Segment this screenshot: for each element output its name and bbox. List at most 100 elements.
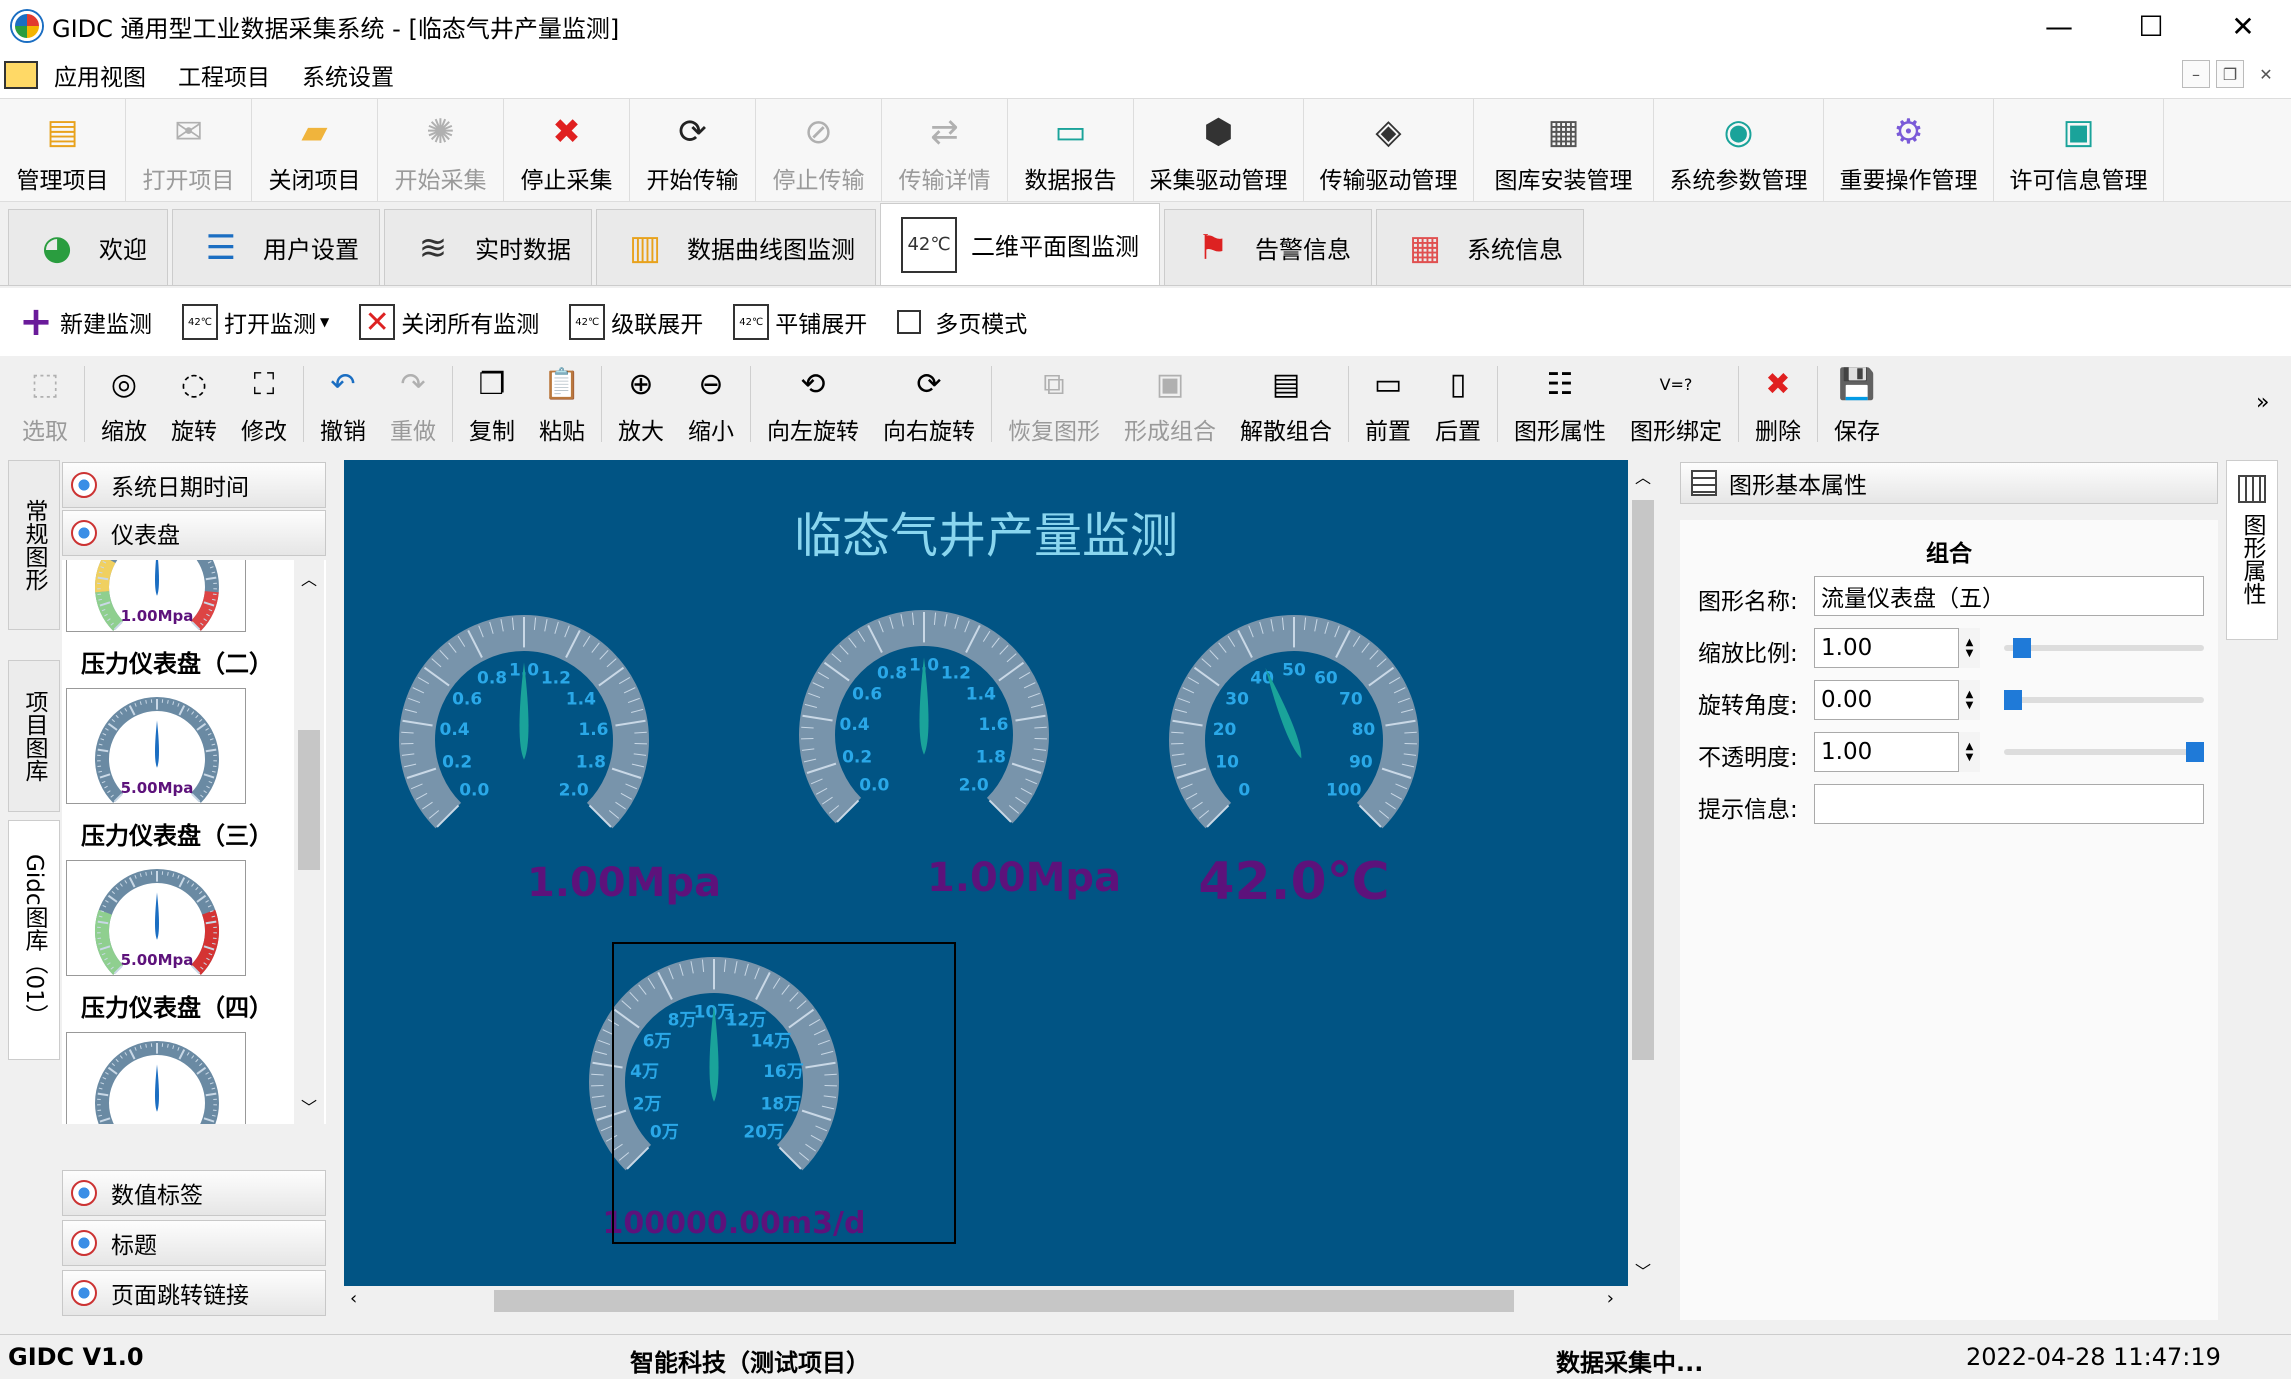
tab-3[interactable]: ▥ 数据曲线图监测	[596, 209, 876, 285]
opacity-spinner[interactable]: ▲ ▼	[1958, 732, 1980, 772]
lib-gauge-caption[interactable]: 压力仪表盘（二）	[62, 644, 292, 679]
toolbar-button-10[interactable]: ◈ 传输驱动管理	[1304, 99, 1474, 201]
minimize-button[interactable]: —	[2013, 0, 2105, 52]
close-all-monitors-button[interactable]: ✕ 关闭所有监测	[359, 304, 539, 340]
toolbar-button-4[interactable]: ✖ 停止采集	[504, 99, 630, 201]
canvas-hscroll-thumb[interactable]	[494, 1290, 1514, 1312]
toolbar-button-3[interactable]: ✺ 开始采集	[378, 99, 504, 201]
scroll-right-icon[interactable]: ›	[1607, 1288, 1614, 1309]
edit-tool-20[interactable]: 💾 保存	[1822, 356, 1892, 452]
scale-input[interactable]: 1.00	[1814, 628, 1960, 668]
right-tab-properties[interactable]: 图形属性	[2226, 460, 2278, 640]
edit-tool-14[interactable]: ▤ 解散组合	[1228, 356, 1344, 452]
multipage-checkbox[interactable]: 多页模式	[897, 305, 1027, 339]
edit-tool-18[interactable]: V=? 图形绑定	[1618, 356, 1734, 452]
side-tab-common[interactable]: 常规图形	[8, 460, 60, 630]
mdi-restore-button[interactable]: ❐	[2216, 60, 2244, 88]
tip-input[interactable]	[1814, 784, 2204, 824]
tab-5[interactable]: ⚑ 告警信息	[1164, 209, 1372, 285]
toolbar-button-12[interactable]: ◉ 系统参数管理	[1654, 99, 1824, 201]
selection-box[interactable]	[612, 942, 956, 1244]
tab-4[interactable]: 42℃ 二维平面图监测	[880, 203, 1160, 285]
menu-project[interactable]: 工程项目	[162, 58, 286, 92]
canvas-hscrollbar[interactable]: ‹ ›	[344, 1286, 1628, 1316]
edit-tool-3[interactable]: ⛶ 修改	[229, 356, 299, 452]
tab-0[interactable]: ◕ 欢迎	[8, 209, 168, 285]
edit-tool-9[interactable]: ⊖ 缩小	[676, 356, 746, 452]
opacity-slider[interactable]	[2004, 742, 2204, 762]
shape-name-input[interactable]: 流量仪表盘（五）	[1814, 576, 2204, 616]
edit-tool-5[interactable]: ↷ 重做	[378, 356, 448, 452]
toolbar-button-7[interactable]: ⇄ 传输详情	[882, 99, 1008, 201]
toolbar-button-14[interactable]: ▣ 许可信息管理	[1994, 99, 2164, 201]
lib-header-page-link[interactable]: 页面跳转链接	[62, 1270, 326, 1316]
toolbar-button-9[interactable]: ⬢ 采集驱动管理	[1134, 99, 1304, 201]
monitor-canvas[interactable]: 临态气井产量监测 0.00.20.40.60.81.01.21.41.61.82…	[344, 460, 1628, 1286]
tab-6[interactable]: ▦ 系统信息	[1376, 209, 1584, 285]
lib-gauge-caption[interactable]: 压力仪表盘（三）	[62, 816, 292, 851]
lib-gauge-thumbnail[interactable]: 5.00Mpa	[66, 860, 246, 976]
scale-spinner[interactable]: ▲ ▼	[1958, 628, 1980, 668]
edit-tool-6[interactable]: ❐ 复制	[457, 356, 527, 452]
tile-button[interactable]: 42℃ 平铺展开	[733, 304, 867, 340]
mdi-close-button[interactable]: ✕	[2252, 60, 2280, 88]
tab-2[interactable]: ≋ 实时数据	[384, 209, 592, 285]
toolbar-overflow-icon[interactable]: »	[2256, 390, 2269, 415]
tab-1[interactable]: ☰ 用户设置	[172, 209, 380, 285]
edit-tool-10[interactable]: ⟲ 向左旋转	[755, 356, 871, 452]
cascade-button[interactable]: 42℃ 级联展开	[569, 304, 703, 340]
edit-tool-19[interactable]: ✖ 删除	[1743, 356, 1813, 452]
edit-tool-7[interactable]: 📋 粘贴	[527, 356, 597, 452]
lib-scrollbar[interactable]: ︿ ﹀	[294, 560, 324, 1124]
close-window-button[interactable]: ✕	[2197, 0, 2289, 52]
lib-gauge-thumbnail[interactable]: 50.00Mpa	[66, 1032, 246, 1124]
open-monitor-button[interactable]: 42℃ 打开监测 ▼	[182, 304, 329, 340]
checkbox-box[interactable]	[897, 310, 922, 334]
rotate-input[interactable]: 0.00	[1814, 680, 1960, 720]
edit-tool-2[interactable]: ◌ 旋转	[159, 356, 229, 452]
edit-tool-0[interactable]: ⬚ 选取	[10, 356, 80, 452]
canvas-vscrollbar[interactable]: ︿ ﹀	[1628, 460, 1658, 1286]
mdi-minimize-button[interactable]: –	[2182, 60, 2210, 88]
scale-slider[interactable]	[2004, 638, 2204, 658]
lib-header-datetime[interactable]: 系统日期时间	[62, 462, 326, 508]
dropdown-arrow-icon[interactable]: ▼	[320, 315, 329, 329]
toolbar-button-1[interactable]: ✉ 打开项目	[126, 99, 252, 201]
rotate-spinner[interactable]: ▲ ▼	[1958, 680, 1980, 720]
rotate-slider[interactable]	[2004, 690, 2204, 710]
lib-gauge-thumbnail[interactable]: 1.00Mpa	[66, 560, 246, 632]
scroll-left-icon[interactable]: ‹	[350, 1288, 357, 1309]
maximize-button[interactable]: ☐	[2105, 0, 2197, 52]
toolbar-button-5[interactable]: ⟳ 开始传输	[630, 99, 756, 201]
toolbar-button-11[interactable]: ▦ 图库安装管理	[1474, 99, 1654, 201]
menu-app-view[interactable]: 应用视图	[38, 58, 162, 92]
edit-tool-4[interactable]: ↶ 撤销	[308, 356, 378, 452]
edit-tool-12[interactable]: ⧉ 恢复图形	[996, 356, 1112, 452]
menu-settings[interactable]: 系统设置	[286, 58, 410, 92]
scroll-up-icon[interactable]: ︿	[294, 566, 324, 590]
toolbar-button-2[interactable]: ▰ 关闭项目	[252, 99, 378, 201]
rotate-slider-thumb[interactable]	[2004, 690, 2022, 710]
lib-header-title[interactable]: 标题	[62, 1220, 326, 1266]
toolbar-button-0[interactable]: ▤ 管理项目	[0, 99, 126, 201]
edit-tool-11[interactable]: ⟳ 向右旋转	[871, 356, 987, 452]
scroll-thumb[interactable]	[298, 730, 320, 870]
scroll-up-icon[interactable]: ︿	[1628, 464, 1658, 488]
toolbar-button-13[interactable]: ⚙ 重要操作管理	[1824, 99, 1994, 201]
scale-slider-thumb[interactable]	[2013, 638, 2032, 658]
new-monitor-button[interactable]: + 新建监测	[18, 299, 152, 345]
edit-tool-16[interactable]: ▯ 后置	[1423, 356, 1493, 452]
toolbar-button-6[interactable]: ⊘ 停止传输	[756, 99, 882, 201]
toolbar-button-8[interactable]: ▭ 数据报告	[1008, 99, 1134, 201]
opacity-input[interactable]: 1.00	[1814, 732, 1960, 772]
lib-header-gauge[interactable]: 仪表盘	[62, 510, 326, 556]
app-menu-icon[interactable]	[4, 61, 38, 89]
edit-tool-15[interactable]: ▭ 前置	[1353, 356, 1423, 452]
edit-tool-8[interactable]: ⊕ 放大	[606, 356, 676, 452]
scroll-down-icon[interactable]: ﹀	[1628, 1258, 1658, 1282]
lib-gauge-caption[interactable]: 压力仪表盘（四）	[62, 988, 292, 1023]
side-tab-gidc[interactable]: Gidc图库（01）	[8, 820, 60, 1060]
lib-header-value-label[interactable]: 数值标签	[62, 1170, 326, 1216]
edit-tool-13[interactable]: ▣ 形成组合	[1112, 356, 1228, 452]
side-tab-project[interactable]: 项目图库	[8, 660, 60, 812]
